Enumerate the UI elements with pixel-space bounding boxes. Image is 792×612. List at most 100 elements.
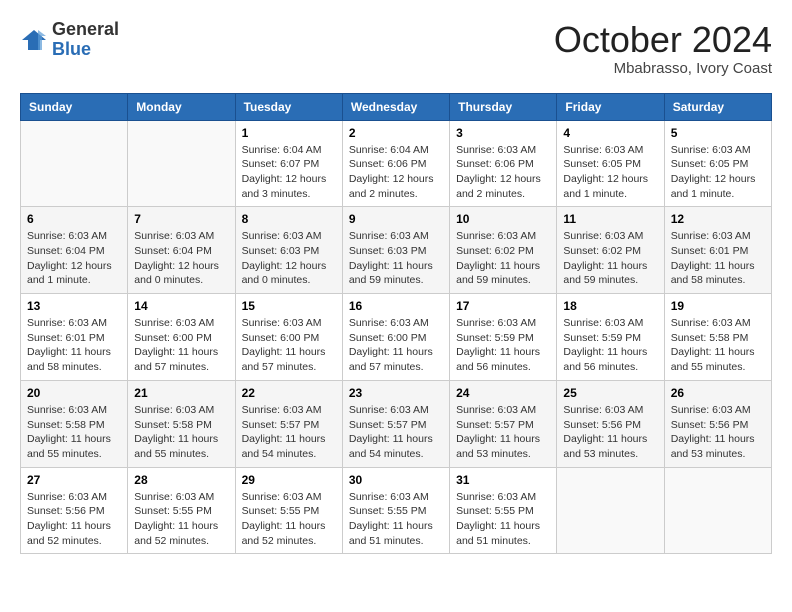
calendar-week-row: 6 Sunrise: 6:03 AM Sunset: 6:04 PM Daylig…: [21, 207, 772, 294]
calendar-cell: 30 Sunrise: 6:03 AM Sunset: 5:55 PM Dayli…: [342, 467, 449, 554]
col-header-thursday: Thursday: [450, 93, 557, 120]
day-number: 26: [671, 386, 765, 400]
calendar-header-row: SundayMondayTuesdayWednesdayThursdayFrid…: [21, 93, 772, 120]
day-info: Sunrise: 6:03 AM Sunset: 6:01 PM Dayligh…: [671, 229, 765, 288]
day-info: Sunrise: 6:03 AM Sunset: 6:04 PM Dayligh…: [27, 229, 121, 288]
day-info: Sunrise: 6:03 AM Sunset: 6:02 PM Dayligh…: [563, 229, 657, 288]
day-number: 7: [134, 212, 228, 226]
day-info: Sunrise: 6:03 AM Sunset: 6:00 PM Dayligh…: [349, 316, 443, 375]
col-header-saturday: Saturday: [664, 93, 771, 120]
day-info: Sunrise: 6:03 AM Sunset: 6:06 PM Dayligh…: [456, 143, 550, 202]
title-block: October 2024 Mbabrasso, Ivory Coast: [554, 20, 772, 77]
day-number: 15: [242, 299, 336, 313]
calendar-table: SundayMondayTuesdayWednesdayThursdayFrid…: [20, 93, 772, 555]
calendar-cell: 7 Sunrise: 6:03 AM Sunset: 6:04 PM Daylig…: [128, 207, 235, 294]
col-header-monday: Monday: [128, 93, 235, 120]
day-info: Sunrise: 6:03 AM Sunset: 5:56 PM Dayligh…: [27, 490, 121, 549]
calendar-cell: [128, 120, 235, 207]
calendar-cell: 4 Sunrise: 6:03 AM Sunset: 6:05 PM Daylig…: [557, 120, 664, 207]
col-header-wednesday: Wednesday: [342, 93, 449, 120]
day-info: Sunrise: 6:03 AM Sunset: 5:58 PM Dayligh…: [134, 403, 228, 462]
day-number: 28: [134, 473, 228, 487]
day-info: Sunrise: 6:03 AM Sunset: 6:02 PM Dayligh…: [456, 229, 550, 288]
day-number: 5: [671, 126, 765, 140]
day-info: Sunrise: 6:03 AM Sunset: 6:03 PM Dayligh…: [349, 229, 443, 288]
day-info: Sunrise: 6:03 AM Sunset: 5:59 PM Dayligh…: [563, 316, 657, 375]
day-info: Sunrise: 6:03 AM Sunset: 5:55 PM Dayligh…: [349, 490, 443, 549]
logo-text: General Blue: [52, 20, 119, 60]
calendar-cell: 9Sunrise: 6:03 AM Sunset: 6:03 PM Daylig…: [342, 207, 449, 294]
day-info: Sunrise: 6:03 AM Sunset: 5:56 PM Dayligh…: [563, 403, 657, 462]
day-info: Sunrise: 6:03 AM Sunset: 6:05 PM Dayligh…: [563, 143, 657, 202]
day-number: 1: [242, 126, 336, 140]
page-header: General Blue October 2024 Mbabrasso, Ivo…: [20, 20, 772, 77]
day-info: Sunrise: 6:03 AM Sunset: 5:55 PM Dayligh…: [134, 490, 228, 549]
calendar-cell: 17Sunrise: 6:03 AM Sunset: 5:59 PM Dayli…: [450, 294, 557, 381]
calendar-week-row: 20 Sunrise: 6:03 AM Sunset: 5:58 PM Dayli…: [21, 380, 772, 467]
day-number: 19: [671, 299, 765, 313]
day-number: 3: [456, 126, 550, 140]
day-number: 30: [349, 473, 443, 487]
day-info: Sunrise: 6:03 AM Sunset: 6:04 PM Dayligh…: [134, 229, 228, 288]
calendar-cell: 18 Sunrise: 6:03 AM Sunset: 5:59 PM Dayli…: [557, 294, 664, 381]
day-number: 4: [563, 126, 657, 140]
calendar-cell: 19Sunrise: 6:03 AM Sunset: 5:58 PM Dayli…: [664, 294, 771, 381]
calendar-cell: 1 Sunrise: 6:04 AM Sunset: 6:07 PM Daylig…: [235, 120, 342, 207]
calendar-cell: 6 Sunrise: 6:03 AM Sunset: 6:04 PM Daylig…: [21, 207, 128, 294]
col-header-tuesday: Tuesday: [235, 93, 342, 120]
calendar-cell: 11 Sunrise: 6:03 AM Sunset: 6:02 PM Dayli…: [557, 207, 664, 294]
calendar-cell: 5 Sunrise: 6:03 AM Sunset: 6:05 PM Daylig…: [664, 120, 771, 207]
calendar-week-row: 1 Sunrise: 6:04 AM Sunset: 6:07 PM Daylig…: [21, 120, 772, 207]
day-info: Sunrise: 6:03 AM Sunset: 5:56 PM Dayligh…: [671, 403, 765, 462]
day-info: Sunrise: 6:03 AM Sunset: 5:57 PM Dayligh…: [242, 403, 336, 462]
day-info: Sunrise: 6:04 AM Sunset: 6:06 PM Dayligh…: [349, 143, 443, 202]
day-info: Sunrise: 6:03 AM Sunset: 5:55 PM Dayligh…: [456, 490, 550, 549]
day-number: 18: [563, 299, 657, 313]
calendar-cell: 21Sunrise: 6:03 AM Sunset: 5:58 PM Dayli…: [128, 380, 235, 467]
col-header-sunday: Sunday: [21, 93, 128, 120]
col-header-friday: Friday: [557, 93, 664, 120]
calendar-cell: 24Sunrise: 6:03 AM Sunset: 5:57 PM Dayli…: [450, 380, 557, 467]
calendar-cell: 3 Sunrise: 6:03 AM Sunset: 6:06 PM Daylig…: [450, 120, 557, 207]
calendar-cell: 15Sunrise: 6:03 AM Sunset: 6:00 PM Dayli…: [235, 294, 342, 381]
calendar-cell: 16 Sunrise: 6:03 AM Sunset: 6:00 PM Dayli…: [342, 294, 449, 381]
day-info: Sunrise: 6:03 AM Sunset: 5:57 PM Dayligh…: [349, 403, 443, 462]
day-number: 16: [349, 299, 443, 313]
day-info: Sunrise: 6:03 AM Sunset: 5:57 PM Dayligh…: [456, 403, 550, 462]
logo: General Blue: [20, 20, 119, 60]
calendar-cell: 29Sunrise: 6:03 AM Sunset: 5:55 PM Dayli…: [235, 467, 342, 554]
calendar-cell: 22 Sunrise: 6:03 AM Sunset: 5:57 PM Dayli…: [235, 380, 342, 467]
calendar-cell: 10Sunrise: 6:03 AM Sunset: 6:02 PM Dayli…: [450, 207, 557, 294]
calendar-cell: 25Sunrise: 6:03 AM Sunset: 5:56 PM Dayli…: [557, 380, 664, 467]
calendar-cell: [21, 120, 128, 207]
calendar-cell: 26 Sunrise: 6:03 AM Sunset: 5:56 PM Dayli…: [664, 380, 771, 467]
calendar-cell: 8Sunrise: 6:03 AM Sunset: 6:03 PM Daylig…: [235, 207, 342, 294]
logo-icon: [20, 26, 48, 54]
day-number: 23: [349, 386, 443, 400]
day-number: 2: [349, 126, 443, 140]
logo-general: General: [52, 19, 119, 39]
calendar-cell: 2 Sunrise: 6:04 AM Sunset: 6:06 PM Daylig…: [342, 120, 449, 207]
day-number: 14: [134, 299, 228, 313]
day-number: 11: [563, 212, 657, 226]
day-number: 17: [456, 299, 550, 313]
day-number: 8: [242, 212, 336, 226]
calendar-cell: [664, 467, 771, 554]
day-number: 22: [242, 386, 336, 400]
day-number: 31: [456, 473, 550, 487]
calendar-cell: 13Sunrise: 6:03 AM Sunset: 6:01 PM Dayli…: [21, 294, 128, 381]
day-number: 20: [27, 386, 121, 400]
day-info: Sunrise: 6:03 AM Sunset: 5:55 PM Dayligh…: [242, 490, 336, 549]
calendar-cell: 27 Sunrise: 6:03 AM Sunset: 5:56 PM Dayli…: [21, 467, 128, 554]
day-info: Sunrise: 6:03 AM Sunset: 5:58 PM Dayligh…: [27, 403, 121, 462]
day-number: 27: [27, 473, 121, 487]
day-info: Sunrise: 6:04 AM Sunset: 6:07 PM Dayligh…: [242, 143, 336, 202]
location-subtitle: Mbabrasso, Ivory Coast: [554, 60, 772, 77]
calendar-week-row: 13Sunrise: 6:03 AM Sunset: 6:01 PM Dayli…: [21, 294, 772, 381]
calendar-week-row: 27 Sunrise: 6:03 AM Sunset: 5:56 PM Dayli…: [21, 467, 772, 554]
logo-blue: Blue: [52, 39, 91, 59]
calendar-cell: [557, 467, 664, 554]
day-number: 6: [27, 212, 121, 226]
day-info: Sunrise: 6:03 AM Sunset: 6:05 PM Dayligh…: [671, 143, 765, 202]
day-number: 13: [27, 299, 121, 313]
